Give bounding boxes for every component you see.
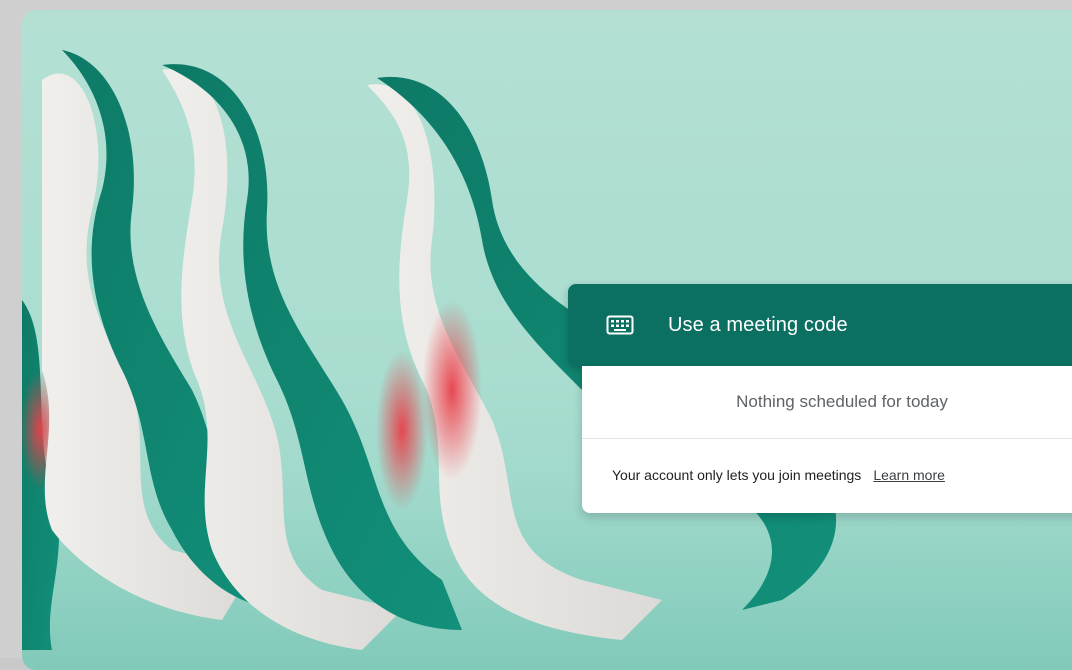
learn-more-link[interactable]: Learn more	[873, 467, 945, 483]
schedule-card: Nothing scheduled for today Your account…	[582, 366, 1072, 513]
use-meeting-code-label: Use a meeting code	[668, 313, 848, 336]
account-notice-text: Your account only lets you join meetings	[612, 467, 862, 483]
schedule-status: Nothing scheduled for today	[736, 392, 948, 411]
app-screen: Use a meeting code Nothing scheduled for…	[22, 10, 1072, 670]
ribbon-shadow	[422, 300, 482, 480]
use-meeting-code-button[interactable]: Use a meeting code	[568, 284, 1072, 366]
device-frame: Use a meeting code Nothing scheduled for…	[0, 0, 1072, 670]
keyboard-icon	[606, 314, 634, 336]
account-notice: Your account only lets you join meetings…	[612, 439, 945, 511]
